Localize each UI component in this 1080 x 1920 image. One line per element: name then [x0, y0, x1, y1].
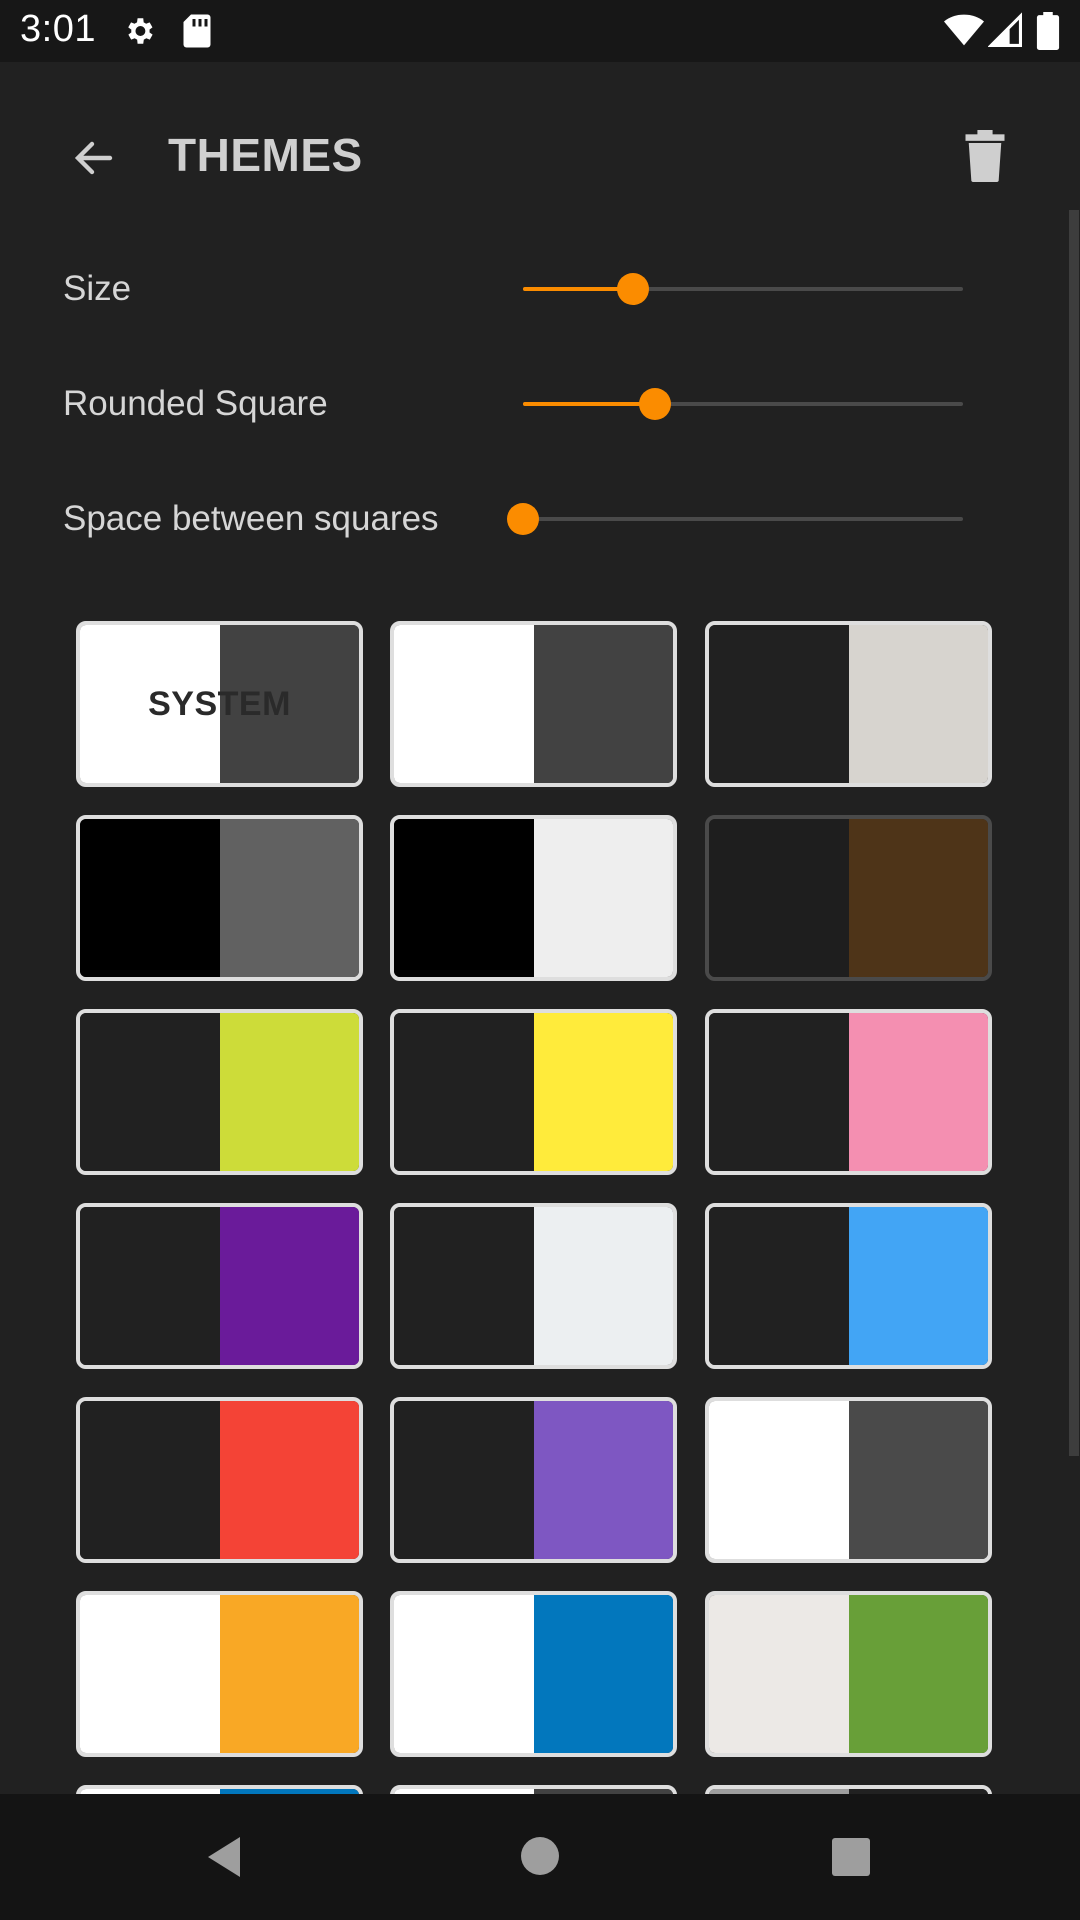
navigation-bar: [0, 1794, 1080, 1920]
slider-row: Space between squares: [0, 479, 1080, 559]
theme-swatch[interactable]: [705, 1591, 992, 1757]
theme-swatch[interactable]: [390, 1203, 677, 1369]
scrollbar[interactable]: [1069, 210, 1079, 1456]
theme-swatch-left: [709, 1401, 849, 1559]
cell-signal-icon: [988, 12, 1022, 47]
theme-swatch[interactable]: [705, 815, 992, 981]
slider-track[interactable]: [523, 388, 963, 420]
home-circle-icon[interactable]: [520, 1836, 560, 1876]
theme-swatch-right: [848, 1207, 988, 1365]
theme-swatch-right: [533, 1013, 673, 1171]
theme-swatch[interactable]: [705, 1785, 992, 1794]
theme-swatch[interactable]: [76, 815, 363, 981]
theme-swatch-left: [394, 1013, 534, 1171]
theme-swatch[interactable]: SYSTEM: [76, 621, 363, 787]
theme-swatch[interactable]: [76, 1785, 363, 1794]
theme-swatch-right: [848, 1401, 988, 1559]
slider-thumb[interactable]: [639, 388, 671, 420]
theme-swatch-right: [219, 1401, 359, 1559]
theme-swatch-left: [709, 1013, 849, 1171]
theme-swatch[interactable]: [705, 1009, 992, 1175]
slider-label: Size: [63, 269, 132, 308]
status-time: 3:01: [20, 8, 96, 50]
slider-label: Rounded Square: [63, 384, 328, 423]
slider-label: Space between squares: [63, 499, 439, 538]
slider-thumb[interactable]: [507, 503, 539, 535]
theme-swatch-left: [709, 1595, 849, 1753]
theme-swatch-right: [219, 819, 359, 977]
theme-swatch-right: [848, 625, 988, 783]
battery-icon: [1036, 12, 1060, 50]
theme-swatch-left: [394, 1595, 534, 1753]
slider-thumb[interactable]: [617, 273, 649, 305]
theme-swatch-left: [394, 819, 534, 977]
arrow-left-icon[interactable]: [70, 134, 118, 182]
theme-swatch[interactable]: [705, 1203, 992, 1369]
back-triangle-icon[interactable]: [204, 1833, 244, 1881]
theme-swatch-right: [848, 1013, 988, 1171]
theme-swatch-right: [533, 1401, 673, 1559]
theme-swatch-left: [80, 1401, 220, 1559]
theme-swatch[interactable]: [76, 1397, 363, 1563]
theme-swatch[interactable]: [76, 1591, 363, 1757]
recents-square-icon[interactable]: [831, 1837, 871, 1877]
theme-swatch[interactable]: [705, 1397, 992, 1563]
theme-swatch[interactable]: [390, 1009, 677, 1175]
theme-swatch-left: [394, 625, 534, 783]
theme-swatch[interactable]: [390, 815, 677, 981]
trash-icon[interactable]: [962, 130, 1008, 182]
theme-swatch[interactable]: [390, 1591, 677, 1757]
slider-fill: [523, 402, 655, 406]
sd-card-icon: [183, 14, 211, 48]
settings-icon: [128, 18, 153, 44]
theme-swatch-left: [709, 819, 849, 977]
theme-swatch[interactable]: [390, 1785, 677, 1794]
theme-swatch-right: [219, 1207, 359, 1365]
theme-swatch-left: [709, 625, 849, 783]
wifi-icon: [944, 14, 984, 46]
theme-swatch-right: [219, 1595, 359, 1753]
theme-swatch-left: [394, 1401, 534, 1559]
status-bar: 3:01: [0, 0, 1080, 62]
theme-swatch-left: [80, 1207, 220, 1365]
slider-track[interactable]: [507, 503, 963, 535]
theme-swatch-left: [80, 1013, 220, 1171]
theme-swatch[interactable]: [705, 621, 992, 787]
theme-swatch[interactable]: [76, 1203, 363, 1369]
theme-swatch-right: [533, 819, 673, 977]
theme-swatch-label: SYSTEM: [148, 684, 291, 723]
theme-swatch-right: [533, 625, 673, 783]
theme-swatch[interactable]: [390, 1397, 677, 1563]
theme-swatch[interactable]: [76, 1009, 363, 1175]
theme-swatch-left: [80, 819, 220, 977]
theme-swatch-left: [394, 1207, 534, 1365]
theme-swatch-right: [848, 819, 988, 977]
theme-swatch-right: [533, 1207, 673, 1365]
slider-row: Rounded Square: [0, 364, 1080, 444]
theme-swatch-right: [533, 1595, 673, 1753]
theme-swatch-left: [709, 1207, 849, 1365]
theme-swatch-right: [219, 1013, 359, 1171]
theme-swatch-left: [80, 1595, 220, 1753]
theme-swatch-right: [848, 1595, 988, 1753]
slider-row: Size: [0, 249, 1080, 329]
page-title: THEMES: [168, 129, 363, 181]
slider-track[interactable]: [523, 273, 963, 305]
theme-grid: SYSTEM: [76, 621, 994, 1794]
theme-swatch[interactable]: [390, 621, 677, 787]
